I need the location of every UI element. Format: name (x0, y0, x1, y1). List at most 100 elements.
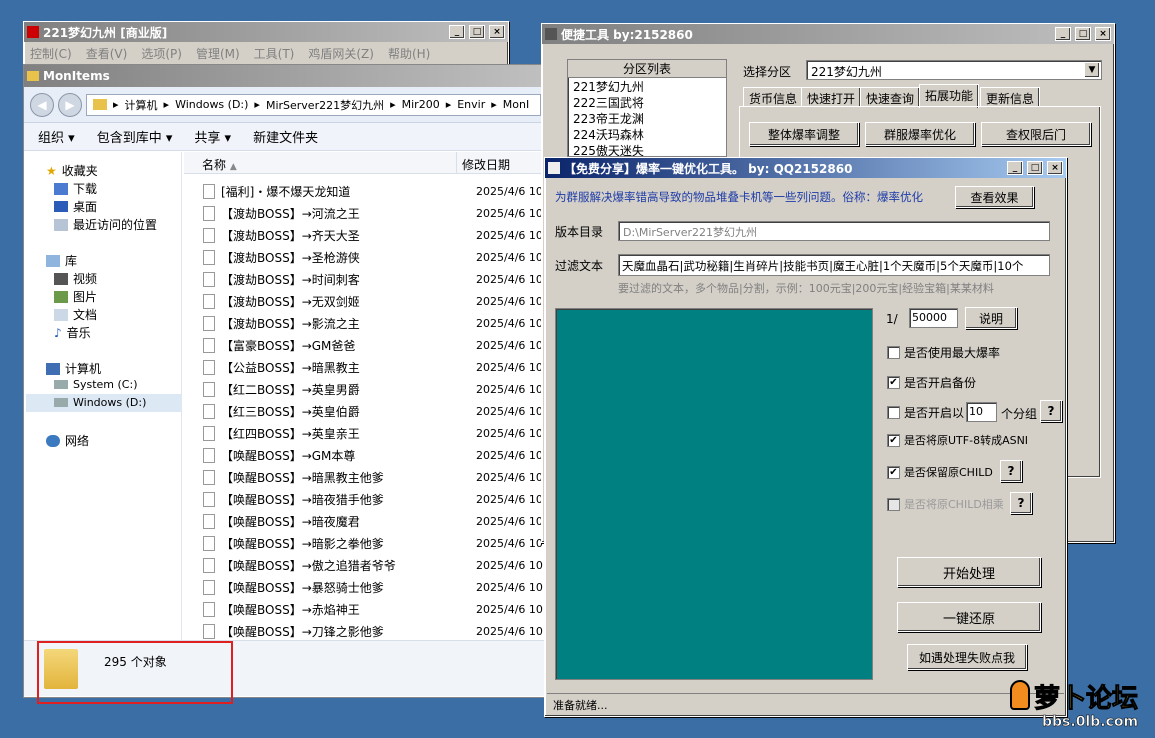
minimize-button[interactable]: _ (1007, 161, 1023, 175)
option-utf8-ansi[interactable]: ✔ 是否将原UTF-8转成ASNI (887, 432, 1028, 448)
nav-music[interactable]: ♪ 音乐 (54, 324, 91, 341)
table-row[interactable]: 【渡劫BOSS】→齐天大圣 2025/4/6 10:2 (203, 224, 560, 246)
crumb-envir[interactable]: Envir (457, 98, 485, 111)
table-row[interactable]: 【唤醒BOSS】→暴怒骑士他爹 2025/4/6 10:27 (203, 576, 560, 598)
option-max-rate[interactable]: 是否使用最大爆率 (887, 344, 1000, 361)
table-row[interactable]: 【唤醒BOSS】→赤焰神王 2025/4/6 10:27 (203, 598, 560, 620)
table-row[interactable]: 【唤醒BOSS】→暗黑教主他爹 2025/4/6 10:2 (203, 466, 560, 488)
close-button[interactable]: × (1047, 161, 1063, 175)
nav-videos[interactable]: 视频 (54, 270, 97, 287)
tab-quick-open[interactable]: 快速打开 (801, 87, 862, 107)
checkbox[interactable]: ✔ (887, 465, 900, 479)
organize-button[interactable]: 组织 ▾ (38, 127, 75, 146)
ratio-input[interactable]: 50000 (909, 308, 958, 328)
nav-libraries[interactable]: 库 (46, 252, 77, 269)
menu-help[interactable]: 帮助(H) (388, 45, 430, 62)
table-row[interactable]: 【红四BOSS】→英皇亲王 2025/4/6 10:2 (203, 422, 560, 444)
backdoor-check-button[interactable]: 查权限后门 (981, 122, 1091, 146)
nav-drive-d[interactable]: Windows (D:) (54, 396, 146, 409)
tab-currency[interactable]: 货币信息 (743, 87, 804, 107)
table-row[interactable]: 【公益BOSS】→暗黑教主 2025/4/6 10:2 (203, 356, 560, 378)
multiply-help-button[interactable]: ? (1010, 492, 1032, 514)
table-row[interactable]: 【红三BOSS】→英皇伯爵 2025/4/6 10:2 (203, 400, 560, 422)
optimizer-title-bar[interactable]: 【免费分享】爆率一键优化工具。 by: QQ2152860 _ □ × (545, 158, 1066, 178)
option-multiply-child[interactable]: 是否将原CHILD相乘 (887, 496, 1004, 512)
new-folder-button[interactable]: 新建文件夹 (253, 127, 318, 146)
fail-help-button[interactable]: 如遇处理失败点我 (907, 644, 1027, 670)
explorer-title-bar[interactable]: MonItems (24, 65, 547, 87)
crumb-mirserver[interactable]: MirServer221梦幻九州 (266, 97, 384, 113)
nav-favorites[interactable]: ★ 收藏夹 (46, 162, 98, 179)
table-row[interactable]: 【唤醒BOSS】→傲之追猎者爷爷 2025/4/6 10:27 (203, 554, 560, 576)
restore-button[interactable]: 一键还原 (897, 602, 1041, 632)
group-help-button[interactable]: ? (1040, 400, 1062, 422)
tab-updates[interactable]: 更新信息 (980, 87, 1041, 107)
checkbox[interactable] (887, 406, 900, 419)
checkbox[interactable] (887, 497, 900, 511)
list-item[interactable]: 225傲天迷失 (568, 142, 726, 156)
quick-tool-title-bar[interactable]: 便捷工具 by:2152860 _ □ × (542, 24, 1114, 44)
checkbox[interactable]: ✔ (887, 433, 900, 447)
column-date[interactable]: 修改日期 (462, 156, 510, 173)
checkbox[interactable] (887, 346, 900, 359)
option-group[interactable]: 是否开启以 (887, 404, 964, 421)
tab-extensions[interactable]: 拓展功能 (919, 84, 980, 108)
table-row[interactable]: 【渡劫BOSS】→河流之王 2025/4/6 10:2 (203, 202, 560, 224)
table-row[interactable]: 【渡劫BOSS】→无双剑姬 2025/4/6 10:2 (203, 290, 560, 312)
table-row[interactable]: 【唤醒BOSS】→暗夜魔君 2025/4/6 10:2 (203, 510, 560, 532)
nav-documents[interactable]: 文档 (54, 306, 97, 323)
maximize-button[interactable]: □ (469, 25, 485, 39)
minimize-button[interactable]: _ (1055, 27, 1071, 41)
group-rate-button[interactable]: 群服爆率优化 (865, 122, 975, 146)
chevron-down-icon[interactable]: ▼ (1084, 62, 1100, 78)
option-keep-child[interactable]: ✔ 是否保留原CHILD (887, 464, 993, 480)
include-library-button[interactable]: 包含到库中 ▾ (97, 127, 173, 146)
region-select[interactable]: 221梦幻九州 ▼ (806, 60, 1102, 80)
list-item[interactable]: 223帝王龙渊 (568, 110, 726, 126)
crumb-monitems[interactable]: MonI (503, 98, 529, 111)
nav-downloads[interactable]: 下载 (54, 180, 97, 197)
menu-view[interactable]: 查看(V) (86, 45, 128, 62)
list-item[interactable]: 224沃玛森林 (568, 126, 726, 142)
menu-control[interactable]: 控制(C) (30, 45, 72, 62)
menu-gateway[interactable]: 鸡盾网关(Z) (308, 45, 374, 62)
option-backup[interactable]: ✔ 是否开启备份 (887, 374, 976, 391)
menu-manage[interactable]: 管理(M) (196, 45, 240, 62)
table-row[interactable]: 【富豪BOSS】→GM爸爸 2025/4/6 10:2 (203, 334, 560, 356)
list-item[interactable]: 221梦幻九州 (568, 78, 726, 94)
nav-computer[interactable]: 计算机 (46, 360, 101, 377)
table-row[interactable]: 【红二BOSS】→英皇男爵 2025/4/6 10:2 (203, 378, 560, 400)
start-button[interactable]: 开始处理 (897, 557, 1041, 587)
forward-button[interactable]: ▶ (58, 92, 82, 117)
explain-button[interactable]: 说明 (965, 307, 1017, 329)
table-row[interactable]: 【渡劫BOSS】→影流之主 2025/4/6 10:2 (203, 312, 560, 334)
table-row[interactable]: 【唤醒BOSS】→刀锋之影他爹 2025/4/6 10:27 (203, 620, 560, 642)
tab-quick-query[interactable]: 快速查询 (860, 87, 921, 107)
checkbox[interactable]: ✔ (887, 376, 900, 389)
menu-tools[interactable]: 工具(T) (254, 45, 295, 62)
table-row[interactable]: [福利]・爆不爆天龙知道 2025/4/6 10:2 (203, 180, 560, 202)
version-dir-input[interactable]: D:\MirServer221梦幻九州 (618, 221, 1050, 241)
log-panel[interactable] (555, 308, 873, 680)
overall-rate-button[interactable]: 整体爆率调整 (749, 122, 859, 146)
nav-network[interactable]: 网络 (46, 432, 89, 449)
table-row[interactable]: 【渡劫BOSS】→时间刺客 2025/4/6 10:2 (203, 268, 560, 290)
close-button[interactable]: × (1095, 27, 1111, 41)
table-row[interactable]: 【唤醒BOSS】→暗夜猎手他爹 2025/4/6 10:2 (203, 488, 560, 510)
crumb-computer[interactable]: 计算机 (125, 97, 158, 113)
table-row[interactable]: 【唤醒BOSS】→暗影之拳他爹 2025/4/6 10:2 (203, 532, 560, 554)
maximize-button[interactable]: □ (1075, 27, 1091, 41)
back-button[interactable]: ◀ (30, 92, 54, 117)
share-button[interactable]: 共享 ▾ (194, 127, 231, 146)
nav-recent[interactable]: 最近访问的位置 (54, 216, 157, 233)
view-effect-button[interactable]: 查看效果 (955, 186, 1034, 208)
minimize-button[interactable]: _ (449, 25, 465, 39)
nav-pictures[interactable]: 图片 (54, 288, 97, 305)
crumb-drive[interactable]: Windows (D:) (175, 98, 248, 111)
menu-options[interactable]: 选项(P) (141, 45, 182, 62)
table-row[interactable]: 【唤醒BOSS】→GM本尊 2025/4/6 10:2 (203, 444, 560, 466)
column-name[interactable]: 名称 ▲ (202, 156, 237, 173)
maximize-button[interactable]: □ (1027, 161, 1043, 175)
mir-title-bar[interactable]: 221梦幻九州 [商业版] _ □ × (24, 22, 508, 42)
group-count-input[interactable]: 10 (966, 402, 997, 422)
